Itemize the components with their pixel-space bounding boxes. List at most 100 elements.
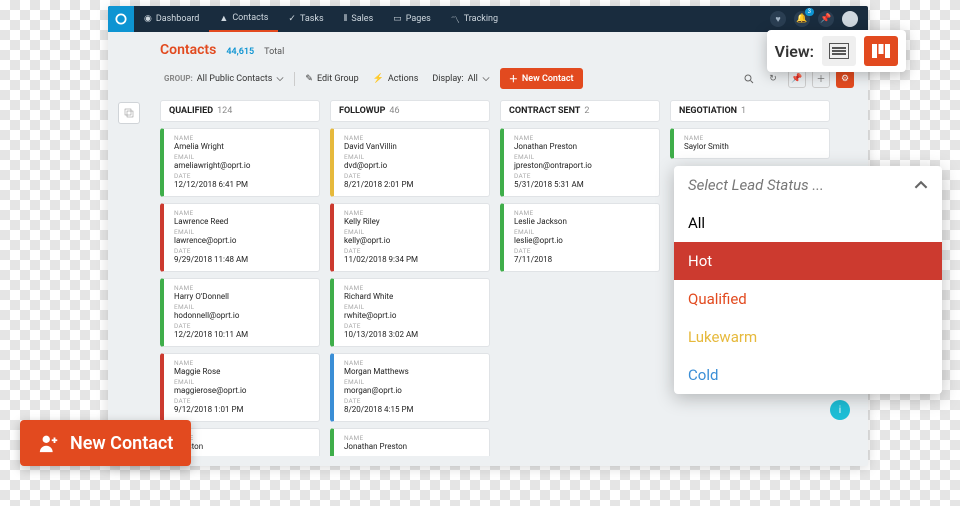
- nav-dashboard[interactable]: ◉ Dashboard: [134, 6, 209, 32]
- view-toggle-overlay: View:: [767, 30, 906, 72]
- copy-icon: [123, 107, 135, 119]
- lead-status-header[interactable]: Select Lead Status ...: [674, 166, 942, 204]
- column-title: CONTRACT SENT: [509, 106, 580, 116]
- chart-icon: 〽: [451, 13, 460, 26]
- bell-icon[interactable]: 🔔3: [794, 11, 810, 27]
- column-header[interactable]: QUALIFIED124: [160, 100, 320, 122]
- field-label-date: DATE: [514, 247, 652, 255]
- left-rail: [118, 102, 140, 124]
- toolbar: GROUP: All Public Contacts ✎ Edit Group …: [108, 64, 868, 97]
- field-label-date: DATE: [344, 247, 482, 255]
- contact-card[interactable]: NAMELawrence ReedEMAILlawrence@oprt.ioDA…: [160, 203, 320, 272]
- contact-card[interactable]: NAMEKelly RileyEMAILkelly@oprt.ioDATE11/…: [330, 203, 490, 272]
- lead-status-option-cold[interactable]: Cold: [674, 356, 942, 394]
- brand-logo[interactable]: [108, 6, 134, 32]
- actions-menu[interactable]: ⚡ Actions: [369, 72, 423, 86]
- contact-card[interactable]: NAMEMaggie RoseEMAILmaggierose@oprt.ioDA…: [160, 353, 320, 422]
- contact-email: ameliawright@oprt.io: [174, 161, 312, 170]
- contact-email: jpreston@ontraport.io: [514, 161, 652, 170]
- view-list-button[interactable]: [822, 36, 856, 66]
- nav-tracking[interactable]: 〽 Tracking: [441, 6, 508, 32]
- field-label-email: EMAIL: [514, 153, 652, 161]
- lead-status-option-qualified[interactable]: Qualified: [674, 280, 942, 318]
- primary-nav: ◉ Dashboard ▲ Contacts ✓ Tasks ⫴ Sales ▭…: [134, 6, 508, 32]
- new-contact-button[interactable]: ＋ New Contact: [500, 68, 583, 89]
- contact-email: lawrence@oprt.io: [174, 236, 312, 245]
- card-list: NAMEJonathan PrestonEMAILjpreston@ontrap…: [500, 128, 660, 272]
- contact-card[interactable]: NAMEAmelia WrightEMAILameliawright@oprt.…: [160, 128, 320, 197]
- chevron-up-icon: [914, 178, 928, 192]
- total-count: 44,615: [226, 47, 254, 57]
- page-header: Contacts 44,615 Total: [108, 32, 868, 64]
- contact-name: Lawrence Reed: [174, 217, 312, 226]
- field-label-date: DATE: [174, 247, 312, 255]
- contact-email: hodonnell@oprt.io: [174, 311, 312, 320]
- contact-card[interactable]: NAMESaylor Smith: [670, 128, 830, 159]
- collapse-rail-button[interactable]: [118, 102, 140, 124]
- nav-label: Tasks: [300, 14, 324, 24]
- column-count: 124: [217, 106, 232, 116]
- nav-sales[interactable]: ⫴ Sales: [334, 6, 384, 32]
- refresh-button[interactable]: ↻: [764, 70, 782, 88]
- chevron-down-icon: [482, 75, 490, 83]
- view-toggle-label: View:: [775, 42, 814, 61]
- field-label-email: EMAIL: [344, 153, 482, 161]
- nav-pages[interactable]: ▭ Pages: [383, 6, 441, 32]
- nav-contacts[interactable]: ▲ Contacts: [209, 6, 278, 32]
- new-contact-cta-overlay[interactable]: New Contact: [20, 420, 191, 466]
- contact-card[interactable]: NAMEJonathan PrestonEMAILjpreston@ontrap…: [500, 128, 660, 197]
- pin-button[interactable]: 📌: [788, 70, 806, 88]
- settings-button[interactable]: ⚙: [836, 70, 854, 88]
- avatar[interactable]: [842, 11, 858, 27]
- field-label-date: DATE: [514, 172, 652, 180]
- add-button[interactable]: ＋: [812, 70, 830, 88]
- contact-card[interactable]: NAMEMorgan MatthewsEMAILmorgan@oprt.ioDA…: [330, 353, 490, 422]
- new-contact-cta-label: New Contact: [70, 433, 173, 454]
- check-icon: ✓: [288, 14, 296, 24]
- divider: [294, 72, 295, 86]
- field-label-date: DATE: [344, 397, 482, 405]
- pencil-icon: ✎: [305, 74, 313, 84]
- lead-status-option-all[interactable]: All: [674, 204, 942, 242]
- group-selector[interactable]: GROUP: All Public Contacts: [160, 72, 288, 86]
- field-label-name: NAME: [344, 359, 482, 367]
- list-icon: [829, 43, 849, 59]
- contact-card[interactable]: NAMEJonathan Preston: [330, 428, 490, 456]
- column-header[interactable]: FOLLOWUP46: [330, 100, 490, 122]
- contact-email: kelly@oprt.io: [344, 236, 482, 245]
- column-title: FOLLOWUP: [339, 106, 385, 116]
- display-value: All: [468, 74, 478, 84]
- nav-tasks[interactable]: ✓ Tasks: [278, 6, 333, 32]
- bolt-icon: ⚡: [373, 74, 384, 84]
- contact-date: 12/2/2018 10:11 AM: [174, 330, 312, 339]
- field-label-email: EMAIL: [344, 303, 482, 311]
- contact-card[interactable]: NAMEDavid VanVillinEMAILdvd@oprt.ioDATE8…: [330, 128, 490, 197]
- kanban-column: FOLLOWUP46 NAMEDavid VanVillinEMAILdvd@op…: [330, 100, 490, 456]
- edit-group-button[interactable]: ✎ Edit Group: [301, 72, 362, 86]
- contact-card[interactable]: NAMEHarry O'DonnellEMAILhodonnell@oprt.i…: [160, 278, 320, 347]
- heart-icon[interactable]: ♥: [770, 11, 786, 27]
- contact-email: maggierose@oprt.io: [174, 386, 312, 395]
- info-fab[interactable]: i: [830, 400, 850, 420]
- card-list: NAMESaylor Smith: [670, 128, 830, 159]
- contact-card[interactable]: NAMERichard WhiteEMAILrwhite@oprt.ioDATE…: [330, 278, 490, 347]
- contact-date: 10/13/2018 3:02 AM: [344, 330, 482, 339]
- field-label-name: NAME: [684, 134, 822, 142]
- view-kanban-button[interactable]: [864, 36, 898, 66]
- contact-name: Saylor Smith: [684, 142, 822, 151]
- pin-icon[interactable]: 📌: [818, 11, 834, 27]
- search-button[interactable]: [740, 70, 758, 88]
- contact-date: 12/12/2018 6:41 PM: [174, 180, 312, 189]
- lead-status-option-hot[interactable]: Hot: [674, 242, 942, 280]
- column-header[interactable]: CONTRACT SENT2: [500, 100, 660, 122]
- contact-email: morgan@oprt.io: [344, 386, 482, 395]
- display-filter[interactable]: Display: All: [428, 72, 494, 86]
- contact-card[interactable]: NAMELeslie JacksonEMAILleslie@oprt.ioDAT…: [500, 203, 660, 272]
- field-label-date: DATE: [344, 172, 482, 180]
- page-icon: ▭: [393, 14, 402, 24]
- field-label-name: NAME: [514, 134, 652, 142]
- group-value: All Public Contacts: [197, 74, 273, 84]
- column-header[interactable]: NEGOTIATION1: [670, 100, 830, 122]
- lead-status-dropdown: Select Lead Status ... All Hot Qualified…: [674, 166, 942, 394]
- lead-status-option-lukewarm[interactable]: Lukewarm: [674, 318, 942, 356]
